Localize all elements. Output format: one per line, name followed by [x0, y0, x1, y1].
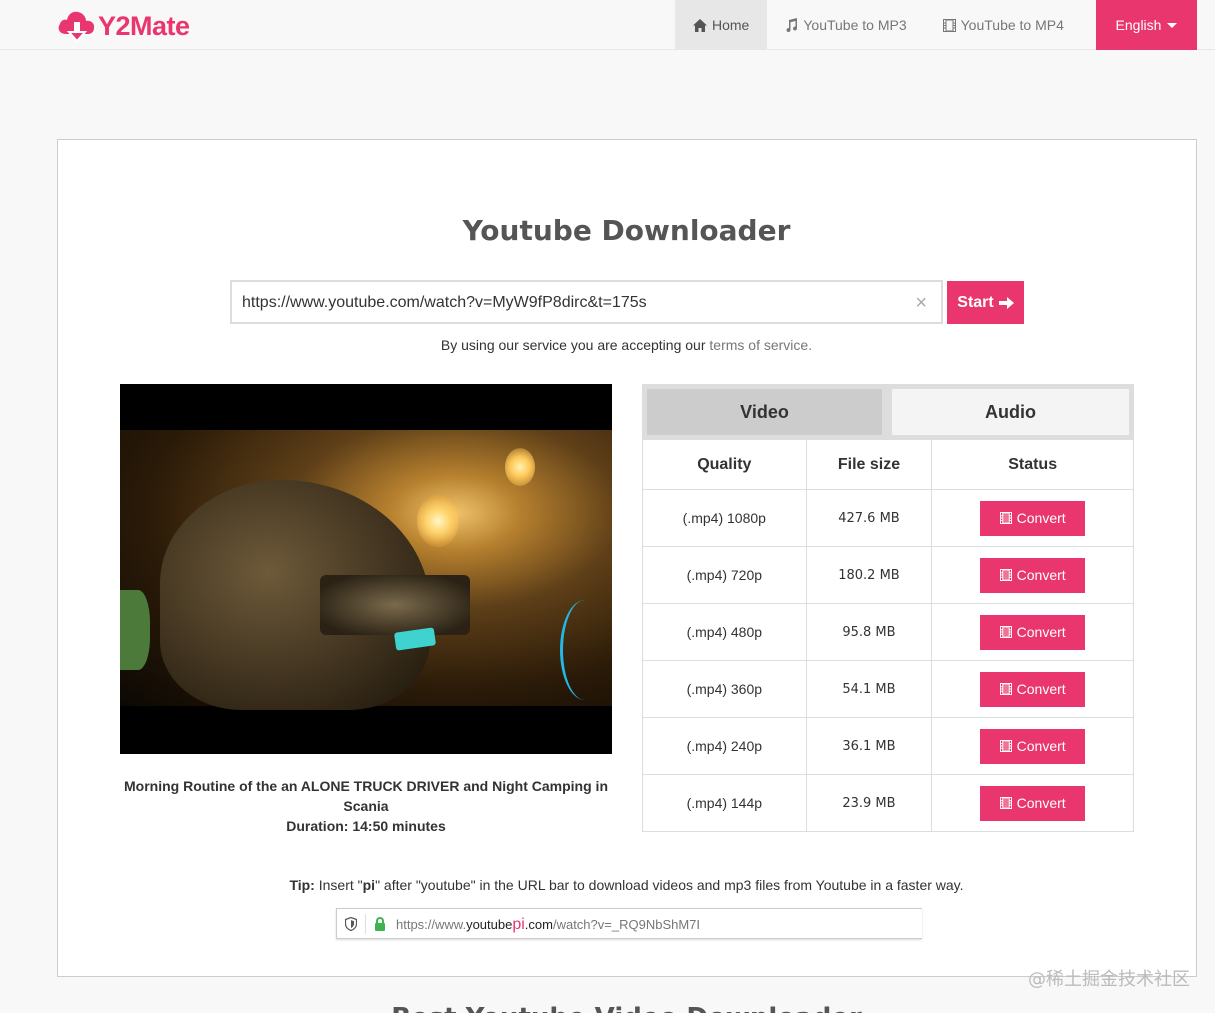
terms-notice: By using our service you are accepting o… [0, 337, 1215, 353]
tip-label: Tip: [289, 877, 315, 893]
header-file-size: File size [805, 439, 933, 490]
nav-youtube-to-mp4-label: YouTube to MP4 [960, 17, 1064, 33]
quality-cell: (.mp4) 360p [642, 660, 807, 718]
caret-down-icon [1167, 22, 1178, 28]
table-header: Quality File size Status [642, 439, 1134, 490]
table-row: (.mp4) 720p 180.2 MB Convert [642, 546, 1134, 604]
film-icon [999, 626, 1012, 638]
header-quality: Quality [642, 439, 807, 490]
cloud-download-icon [58, 11, 95, 43]
url-input-box[interactable]: × [230, 280, 943, 324]
size-cell: 180.2 MB [805, 546, 933, 604]
video-info: Morning Routine of the an ALONE TRUCK DR… [120, 776, 612, 836]
main-nav: Home YouTube to MP3 YouTube to MP4 [675, 0, 1082, 50]
film-icon [942, 18, 956, 32]
table-row: (.mp4) 480p 95.8 MB Convert [642, 603, 1134, 661]
quality-cell: (.mp4) 480p [642, 603, 807, 661]
film-icon [999, 797, 1012, 809]
table-row: (.mp4) 240p 36.1 MB Convert [642, 717, 1134, 775]
convert-label: Convert [1016, 510, 1066, 526]
tip-pi: pi [362, 877, 376, 893]
page-title: Youtube Downloader [462, 214, 791, 247]
url-input[interactable] [242, 290, 892, 316]
table-row: (.mp4) 360p 54.1 MB Convert [642, 660, 1134, 718]
section-heading: Best Youtube Video Downloader [0, 1003, 1215, 1013]
film-icon [999, 740, 1012, 752]
terms-prefix: By using our service you are accepting o… [440, 337, 706, 353]
convert-label: Convert [1016, 795, 1066, 811]
home-icon [693, 18, 707, 32]
size-cell: 427.6 MB [805, 489, 933, 547]
clear-icon[interactable]: × [915, 293, 927, 313]
language-dropdown[interactable]: English [1096, 0, 1197, 50]
size-cell: 54.1 MB [805, 660, 933, 718]
nav-home-label: Home [712, 17, 750, 33]
size-cell: 23.9 MB [805, 774, 933, 832]
nav-youtube-to-mp3[interactable]: YouTube to MP3 [767, 0, 924, 50]
convert-label: Convert [1016, 624, 1066, 640]
convert-button[interactable]: Convert [980, 614, 1086, 650]
arrow-right-icon [998, 296, 1014, 309]
video-title: Morning Routine of the an ALONE TRUCK DR… [123, 778, 608, 814]
lock-icon [375, 917, 385, 931]
tip-text: Tip: Insert "pi" after "youtube" in the … [289, 877, 964, 893]
size-cell: 95.8 MB [805, 603, 933, 661]
music-note-icon [786, 18, 798, 32]
language-label: English [1115, 17, 1162, 33]
film-icon [999, 569, 1012, 581]
convert-button[interactable]: Convert [980, 728, 1086, 764]
convert-button[interactable]: Convert [980, 500, 1086, 536]
convert-label: Convert [1016, 567, 1066, 583]
convert-button[interactable]: Convert [980, 671, 1086, 707]
size-cell: 36.1 MB [805, 717, 933, 775]
nav-youtube-to-mp3-label: YouTube to MP3 [803, 17, 907, 33]
tab-audio[interactable]: Audio [892, 389, 1129, 435]
tab-video[interactable]: Video [647, 389, 882, 435]
terms-link[interactable]: terms of service. [709, 337, 812, 353]
watermark: @稀土掘金技术社区 [1028, 969, 1190, 990]
video-duration: Duration: 14:50 minutes [286, 818, 446, 834]
logo[interactable]: Y2Mate [56, 8, 190, 44]
convert-label: Convert [1016, 738, 1066, 754]
nav-youtube-to-mp4[interactable]: YouTube to MP4 [925, 0, 1082, 50]
quality-cell: (.mp4) 1080p [642, 489, 807, 547]
table-row: (.mp4) 1080p 427.6 MB Convert [642, 489, 1134, 547]
example-url-bar: https://www.youtubepi.com/watch?v=_RQ9Nb… [336, 908, 922, 939]
example-url: https://www.youtubepi.com/watch?v=_RQ9Nb… [396, 916, 701, 933]
navbar: Y2Mate Home YouTube to MP3 YouTube to MP… [0, 0, 1215, 50]
convert-button[interactable]: Convert [980, 557, 1086, 593]
video-thumbnail [120, 384, 612, 754]
header-status: Status [931, 439, 1134, 490]
quality-cell: (.mp4) 144p [642, 774, 807, 832]
film-icon [999, 683, 1012, 695]
start-button[interactable]: Start [947, 281, 1024, 324]
nav-home[interactable]: Home [675, 0, 768, 50]
convert-label: Convert [1016, 681, 1066, 697]
format-tabs: Video Audio [642, 384, 1134, 439]
film-icon [999, 512, 1012, 524]
table-row: (.mp4) 144p 23.9 MB Convert [642, 774, 1134, 832]
convert-button[interactable]: Convert [980, 785, 1086, 821]
quality-cell: (.mp4) 240p [642, 717, 807, 775]
brand-name: Y2Mate [98, 10, 190, 41]
download-table: Quality File size Status (.mp4) 1080p 42… [642, 439, 1134, 832]
shield-icon [345, 917, 357, 931]
quality-cell: (.mp4) 720p [642, 546, 807, 604]
start-label: Start [957, 293, 994, 311]
